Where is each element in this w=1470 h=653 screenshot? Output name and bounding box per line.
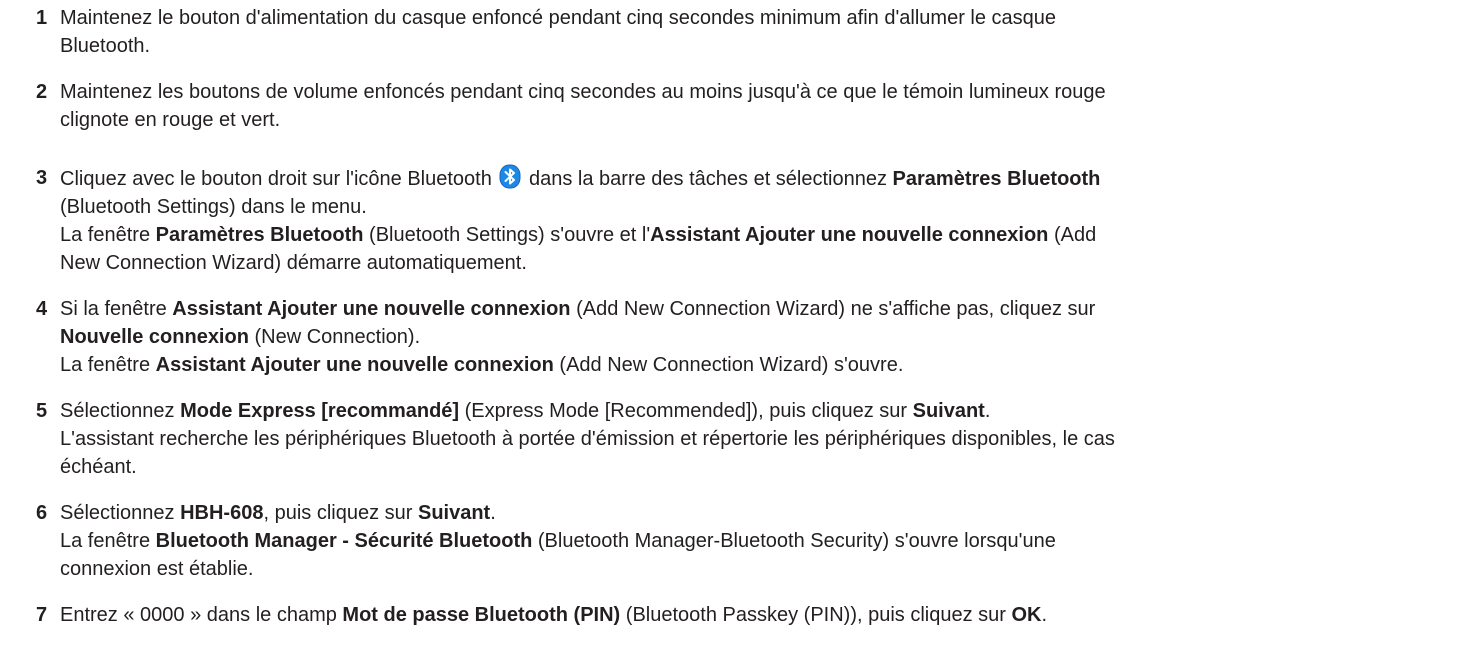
step-text: Maintenez le bouton d'alimentation du ca… bbox=[60, 7, 1057, 29]
step-number: 4 bbox=[36, 298, 48, 320]
step-text: Si la fenêtre Assistant Ajouter une nouv… bbox=[60, 298, 1096, 320]
step-3: 3 Cliquez avec le bouton droit sur l'icô… bbox=[20, 164, 1460, 277]
step-number: 7 bbox=[36, 604, 48, 626]
step-4: 4 Si la fenêtre Assistant Ajouter une no… bbox=[20, 295, 1460, 379]
step-text: Bluetooth. bbox=[60, 35, 151, 57]
step-result: connexion est établie. bbox=[60, 558, 254, 580]
instruction-steps: 1 Maintenez le bouton d'alimentation du … bbox=[20, 4, 1460, 629]
step-6: 6 Sélectionnez HBH-608, puis cliquez sur… bbox=[20, 499, 1460, 583]
step-number: 1 bbox=[36, 7, 48, 29]
step-text: Sélectionnez Mode Express [recommandé] (… bbox=[60, 400, 991, 422]
step-5: 5 Sélectionnez Mode Express [recommandé]… bbox=[20, 397, 1460, 481]
step-1: 1 Maintenez le bouton d'alimentation du … bbox=[20, 4, 1460, 60]
step-7: 7 Entrez « 0000 » dans le champ Mot de p… bbox=[20, 601, 1460, 629]
step-text: Sélectionnez HBH-608, puis cliquez sur S… bbox=[60, 502, 496, 524]
step-result: L'assistant recherche les périphériques … bbox=[60, 428, 1115, 450]
step-number: 3 bbox=[36, 167, 48, 189]
bluetooth-icon bbox=[499, 164, 521, 189]
step-text: clignote en rouge et vert. bbox=[60, 109, 281, 131]
step-result: La fenêtre Assistant Ajouter une nouvell… bbox=[60, 354, 904, 376]
step-result: New Connection Wizard) démarre automatiq… bbox=[60, 252, 527, 274]
step-text: (Bluetooth Settings) dans le menu. bbox=[60, 196, 367, 218]
step-text: Maintenez les boutons de volume enfoncés… bbox=[60, 81, 1106, 103]
step-result: La fenêtre Bluetooth Manager - Sécurité … bbox=[60, 530, 1056, 552]
step-text: Cliquez avec le bouton droit sur l'icône… bbox=[60, 164, 1460, 193]
step-number: 2 bbox=[36, 81, 48, 103]
step-text: Entrez « 0000 » dans le champ Mot de pas… bbox=[60, 604, 1048, 626]
step-number: 6 bbox=[36, 502, 48, 524]
step-result: échéant. bbox=[60, 456, 137, 478]
step-result: La fenêtre Paramètres Bluetooth (Bluetoo… bbox=[60, 224, 1097, 246]
step-number: 5 bbox=[36, 400, 48, 422]
step-2: 2 Maintenez les boutons de volume enfonc… bbox=[20, 78, 1460, 134]
step-text: Nouvelle connexion (New Connection). bbox=[60, 326, 421, 348]
